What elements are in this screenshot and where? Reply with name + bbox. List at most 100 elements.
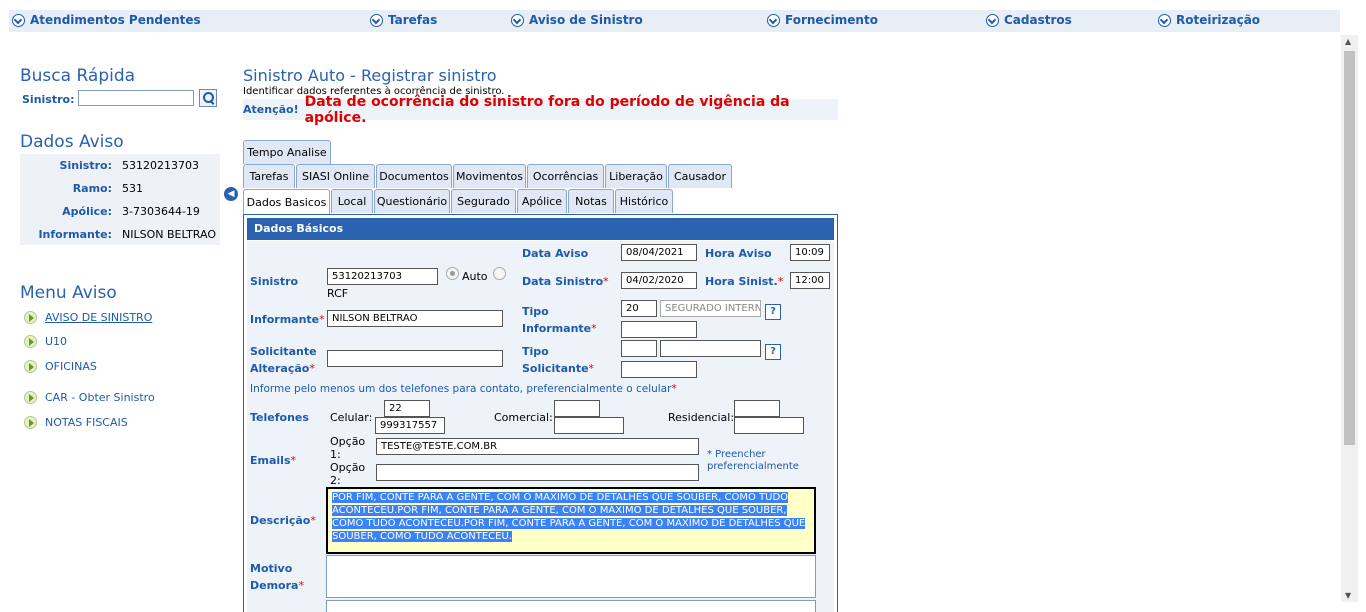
informante-input[interactable]: NILSON BELTRAO	[327, 310, 503, 327]
vertical-scrollbar[interactable]: ▲ ▼	[1341, 35, 1358, 602]
email2-input[interactable]	[376, 464, 699, 481]
scroll-down-arrow-icon[interactable]: ▼	[1345, 591, 1351, 600]
celular-ddd-input[interactable]: 22	[384, 400, 430, 417]
data-aviso-label: Data Aviso	[522, 247, 589, 260]
chevron-down-icon	[767, 13, 780, 27]
tab-ocorrencias[interactable]: Ocorrências	[527, 164, 604, 188]
celular-label: Celular:	[330, 411, 373, 424]
solicitante-label-1: Solicitante	[250, 345, 317, 358]
motivo-label-1: Motivo	[250, 562, 293, 575]
required-mark: *	[603, 275, 609, 288]
scroll-up-arrow-icon[interactable]: ▲	[1345, 37, 1351, 46]
menu-item-car-obter-sinistro[interactable]: CAR - Obter Sinistro	[24, 391, 155, 404]
dados-aviso-value: 3-7303644-19	[122, 204, 200, 218]
dados-aviso-value: 53120213703	[122, 158, 199, 172]
data-sinistro-input[interactable]: 04/02/2020	[621, 272, 697, 289]
tab-historico[interactable]: Histórico	[615, 189, 673, 213]
tipo-solicitante-code-input[interactable]	[621, 340, 657, 357]
nav-atendimentos-pendentes[interactable]: Atendimentos Pendentes	[12, 13, 201, 27]
alert-banner: Atenção! Data de ocorrência do sinistro …	[243, 94, 838, 126]
dados-aviso-title: Dados Aviso	[20, 132, 124, 152]
menu-item-u10[interactable]: U10	[24, 335, 67, 348]
tab-notas[interactable]: Notas	[568, 189, 614, 213]
nav-label: Tarefas	[388, 13, 438, 27]
descricao-textarea[interactable]: POR FIM, CONTE PARA A GENTE, COM O MAXIM…	[326, 487, 816, 554]
scrollbar-thumb[interactable]	[1344, 51, 1355, 445]
comercial-ddd-input[interactable]	[554, 400, 600, 417]
section-title: Dados Básicos	[247, 218, 834, 240]
tab-tempo-analise[interactable]: Tempo Analise	[243, 140, 331, 164]
menu-item-notas-fiscais[interactable]: NOTAS FISCAIS	[24, 416, 128, 429]
tab-questionario[interactable]: Questionário	[374, 189, 450, 213]
quick-search-input[interactable]	[78, 90, 194, 106]
tipo-solicitante-desc-input[interactable]	[660, 340, 761, 357]
dados-aviso-row: Informante: NILSON BELTRAO	[20, 223, 220, 245]
email-note-2: preferencialmente	[707, 461, 799, 472]
nav-fornecimento[interactable]: Fornecimento	[767, 13, 878, 27]
comercial-number-input[interactable]	[554, 417, 624, 434]
collapse-sidebar-icon[interactable]: ◀	[224, 187, 238, 201]
opcao2-label-2: 2:	[330, 474, 341, 487]
tipo-informante-label-2: Informante*	[522, 320, 597, 337]
menu-aviso-title: Menu Aviso	[20, 283, 117, 303]
data-aviso-input[interactable]: 08/04/2021	[621, 244, 697, 261]
tipo-informante-desc-input: SEGURADO INTERNE	[660, 300, 761, 317]
dados-aviso-box: Sinistro: 53120213703 Ramo: 531 Apólice: 3-…	[20, 154, 220, 245]
nav-tarefas[interactable]: Tarefas	[370, 13, 437, 27]
menu-item-oficinas[interactable]: OFICINAS	[24, 360, 97, 373]
hora-aviso-input[interactable]: 10:09	[790, 244, 830, 261]
tab-documentos[interactable]: Documentos	[376, 164, 452, 188]
play-arrow-icon	[24, 391, 37, 404]
sinistro-input[interactable]: 53120213703	[327, 268, 438, 285]
auto-radio[interactable]	[446, 267, 459, 280]
dados-aviso-row: Ramo: 531	[20, 177, 220, 199]
chevron-down-icon	[1158, 13, 1171, 27]
celular-number-input[interactable]: 999317557	[375, 417, 445, 434]
chevron-down-icon	[12, 13, 25, 27]
tab-causador[interactable]: Causador	[668, 164, 732, 188]
tab-siasi-online[interactable]: SIASI Online	[296, 164, 375, 188]
chevron-down-icon	[511, 13, 524, 27]
alert-label: Atenção!	[243, 103, 299, 116]
search-icon[interactable]	[199, 89, 217, 107]
dados-aviso-row: Apólice: 3-7303644-19	[20, 200, 220, 222]
residencial-number-input[interactable]	[734, 417, 804, 434]
tipo-solicitante-extra-input[interactable]	[621, 361, 697, 378]
nav-roteirizacao[interactable]: Roteirização	[1158, 13, 1260, 27]
next-textarea[interactable]	[326, 600, 816, 612]
nav-cadastros[interactable]: Cadastros	[986, 13, 1072, 27]
tab-movimentos[interactable]: Movimentos	[453, 164, 526, 188]
tab-segurado[interactable]: Segurado	[451, 189, 516, 213]
play-arrow-icon	[24, 360, 37, 373]
solicitante-input[interactable]	[327, 350, 503, 367]
motivo-demora-textarea[interactable]	[326, 555, 816, 598]
hora-aviso-label: Hora Aviso	[705, 247, 772, 260]
hora-sinistro-input[interactable]: 12:00	[790, 272, 830, 289]
email1-input[interactable]: TESTE@TESTE.COM.BR	[376, 438, 699, 455]
sinistro-label: Sinistro	[250, 275, 299, 288]
comercial-label: Comercial:	[494, 411, 553, 424]
residencial-label: Residencial:	[668, 411, 735, 424]
tab-apolice[interactable]: Apólice	[517, 189, 567, 213]
nav-aviso-de-sinistro[interactable]: Aviso de Sinistro	[511, 13, 643, 27]
phone-instruction: Informe pelo menos um dos telefones para…	[250, 383, 677, 395]
residencial-ddd-input[interactable]	[734, 400, 780, 417]
tab-dados-basicos[interactable]: Dados Basicos	[243, 189, 330, 214]
tab-local[interactable]: Local	[331, 189, 373, 213]
dados-aviso-label: Sinistro:	[59, 158, 112, 172]
tab-liberacao[interactable]: Liberação	[605, 164, 667, 188]
required-mark: *	[298, 579, 304, 592]
second-radio[interactable]	[493, 267, 506, 280]
solicitante-label-2: Alteração*	[250, 360, 315, 377]
tipo-informante-code-input[interactable]: 20	[621, 300, 657, 317]
menu-item-label: AVISO DE SINISTRO	[45, 311, 153, 324]
required-mark: *	[309, 362, 315, 375]
informante-label: Informante*	[250, 311, 325, 328]
menu-item-aviso-de-sinistro[interactable]: AVISO DE SINISTRO	[24, 311, 152, 324]
tipo-informante-extra-input[interactable]	[621, 321, 697, 338]
tab-tarefas[interactable]: Tarefas	[243, 164, 295, 188]
tipo-solicitante-label-1: Tipo	[522, 345, 549, 358]
page-title: Sinistro Auto - Registrar sinistro	[243, 66, 497, 85]
help-icon[interactable]: ?	[765, 344, 781, 360]
help-icon[interactable]: ?	[765, 304, 781, 320]
